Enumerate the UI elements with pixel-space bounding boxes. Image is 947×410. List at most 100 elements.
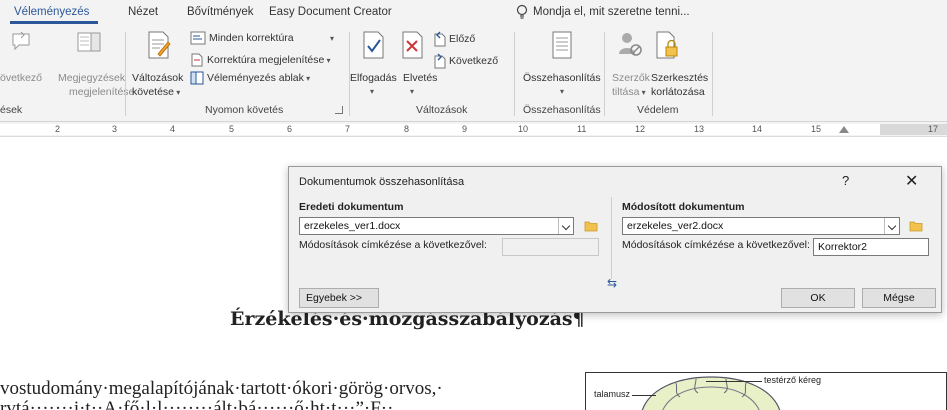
tab-easy-document-creator[interactable]: Easy Document Creator [269, 6, 392, 18]
ruler-number: 12 [635, 124, 646, 134]
compare-button[interactable]: Összehasonlítás [523, 72, 601, 84]
tell-me-input[interactable]: Mondja el, mit szeretne tenni... [533, 6, 690, 18]
chevron-down-icon[interactable] [558, 218, 573, 234]
reject-change-icon [402, 31, 423, 59]
block-authors-line2: tiltása [612, 86, 640, 98]
reject-chevron-icon[interactable]: ▾ [410, 86, 414, 98]
ruler-number: 2 [55, 124, 61, 134]
ribbon-tabs: Véleményezés Nézet Bővítmények Easy Docu… [0, 0, 947, 26]
ruler-number: 13 [694, 124, 705, 134]
revised-label-changes-label: Módosítások címkézése a következővel: [622, 239, 810, 251]
ruler-number: 9 [462, 124, 468, 134]
original-document-select[interactable]: erzekeles_ver1.docx [299, 217, 574, 235]
close-icon[interactable]: ✕ [905, 171, 918, 191]
ruler-number: 3 [112, 124, 118, 134]
restrict-editing-line1[interactable]: Szerkesztés [651, 72, 708, 84]
compare-documents-icon [552, 31, 572, 59]
compare-group-label: Összehasonlítás [523, 104, 601, 116]
protect-group-label: Védelem [637, 104, 679, 116]
revised-document-label: Módosított dokumentum [622, 201, 745, 213]
document-paragraph-line: rvtá·······i·t··A·fő·l·l········ált·bá··… [0, 400, 393, 410]
active-tab-indicator [10, 21, 98, 24]
comments-group-label: ések [0, 104, 23, 116]
ruler-number: 5 [229, 124, 235, 134]
tab-review[interactable]: Véleményezés [14, 6, 89, 18]
original-document-value: erzekeles_ver1.docx [304, 220, 401, 232]
accept-change-icon [363, 31, 384, 59]
revised-label-changes-input[interactable]: Korrektor2 [813, 238, 929, 256]
folder-icon[interactable] [584, 220, 598, 232]
ruler-number: 14 [752, 124, 763, 134]
ruler-number: 6 [287, 124, 293, 134]
next-change-icon [434, 53, 446, 69]
original-label-changes-label: Módosítások címkézése a következővel: [299, 239, 487, 251]
tracking-group-label: Nyomon követés [205, 104, 284, 116]
show-markup-label: Korrektúra megjelenítése [207, 54, 325, 66]
dialog-column-divider [611, 197, 612, 279]
block-authors-button[interactable]: tiltása ▾ [612, 86, 646, 99]
figure-label-top: testérző kéreg [764, 375, 822, 385]
more-options-button[interactable]: Egyebek >> [299, 288, 379, 308]
track-changes-button[interactable]: követése ▾ [132, 86, 180, 99]
markup-select[interactable]: Minden korrektúra [209, 32, 294, 44]
markup-display-icon [190, 31, 206, 45]
track-changes-line1[interactable]: Változások [132, 72, 183, 84]
swap-documents-icon[interactable]: ⇆ [607, 276, 617, 290]
next-comment-button[interactable]: övetkező [0, 72, 42, 84]
changes-group-label: Változások [416, 104, 468, 116]
ruler-number: 15 [811, 124, 822, 134]
block-authors-icon [619, 33, 642, 56]
compare-documents-dialog[interactable]: Dokumentumok összehasonlítása ? ✕ Eredet… [288, 166, 942, 313]
lightbulb-icon [516, 4, 528, 19]
ruler-number: 10 [518, 124, 529, 134]
compare-chevron-icon[interactable]: ▾ [560, 86, 564, 98]
folder-icon[interactable] [909, 220, 923, 232]
track-changes-line2: követése [132, 86, 175, 98]
cancel-button[interactable]: Mégse [862, 288, 936, 308]
chevron-down-icon: ▾ [324, 56, 331, 65]
document-paragraph-line: vostudomány·megalapítójának·tartott·ókor… [0, 378, 443, 399]
next-change-button[interactable]: Következő [449, 55, 498, 67]
ruler-number: 17 [928, 124, 939, 134]
block-authors-line1[interactable]: Szerzők [612, 72, 650, 84]
right-indent-marker[interactable] [839, 126, 849, 133]
group-separator [604, 32, 605, 116]
restrict-editing-line2[interactable]: korlátozása [651, 86, 705, 98]
group-separator [125, 32, 126, 116]
chevron-down-icon: ▾ [174, 88, 181, 97]
chevron-down-icon: ▾ [303, 74, 311, 83]
ribbon: övetkező Megjegyzések megjelenítése ések… [0, 26, 947, 122]
figure-label-left: talamusz [594, 389, 631, 399]
ruler-number: 4 [170, 124, 176, 134]
tab-view[interactable]: Nézet [128, 6, 158, 18]
figure-leader-line [706, 381, 762, 382]
tab-addins[interactable]: Bővítmények [187, 6, 253, 18]
ruler-number: 11 [577, 124, 587, 134]
show-markup-button[interactable]: Korrektúra megjelenítése ▾ [207, 54, 331, 67]
accept-button[interactable]: Elfogadás [350, 72, 397, 84]
restrict-editing-icon [656, 31, 678, 59]
previous-change-button[interactable]: Előző [449, 33, 475, 45]
group-separator [712, 32, 713, 116]
original-label-changes-input[interactable] [502, 238, 599, 256]
review-pane-button[interactable]: Véleményezés ablak ▾ [207, 72, 310, 85]
show-comments-line1[interactable]: Megjegyzések [58, 72, 125, 84]
chevron-down-icon: ▾ [639, 88, 646, 97]
help-button[interactable]: ? [842, 173, 849, 188]
previous-change-icon [434, 31, 446, 47]
chevron-down-icon[interactable] [884, 218, 899, 234]
revised-document-value: erzekeles_ver2.docx [627, 220, 724, 232]
revised-document-select[interactable]: erzekeles_ver2.docx [622, 217, 900, 235]
tracking-dialog-launcher-icon[interactable] [335, 106, 343, 114]
ruler-number: 8 [404, 124, 410, 134]
horizontal-ruler[interactable]: 2 3 4 5 6 7 8 9 10 11 12 13 14 15 17 [0, 122, 947, 137]
ruler-number: 7 [345, 124, 351, 134]
ok-button[interactable]: OK [781, 288, 855, 308]
group-separator [514, 32, 515, 116]
reject-button[interactable]: Elvetés [403, 72, 437, 84]
accept-chevron-icon[interactable]: ▾ [370, 86, 374, 98]
next-comment-icon [12, 31, 30, 51]
track-changes-icon [148, 31, 171, 59]
dialog-title: Dokumentumok összehasonlítása [299, 176, 465, 188]
markup-select-chevron-icon[interactable]: ▾ [330, 33, 334, 45]
